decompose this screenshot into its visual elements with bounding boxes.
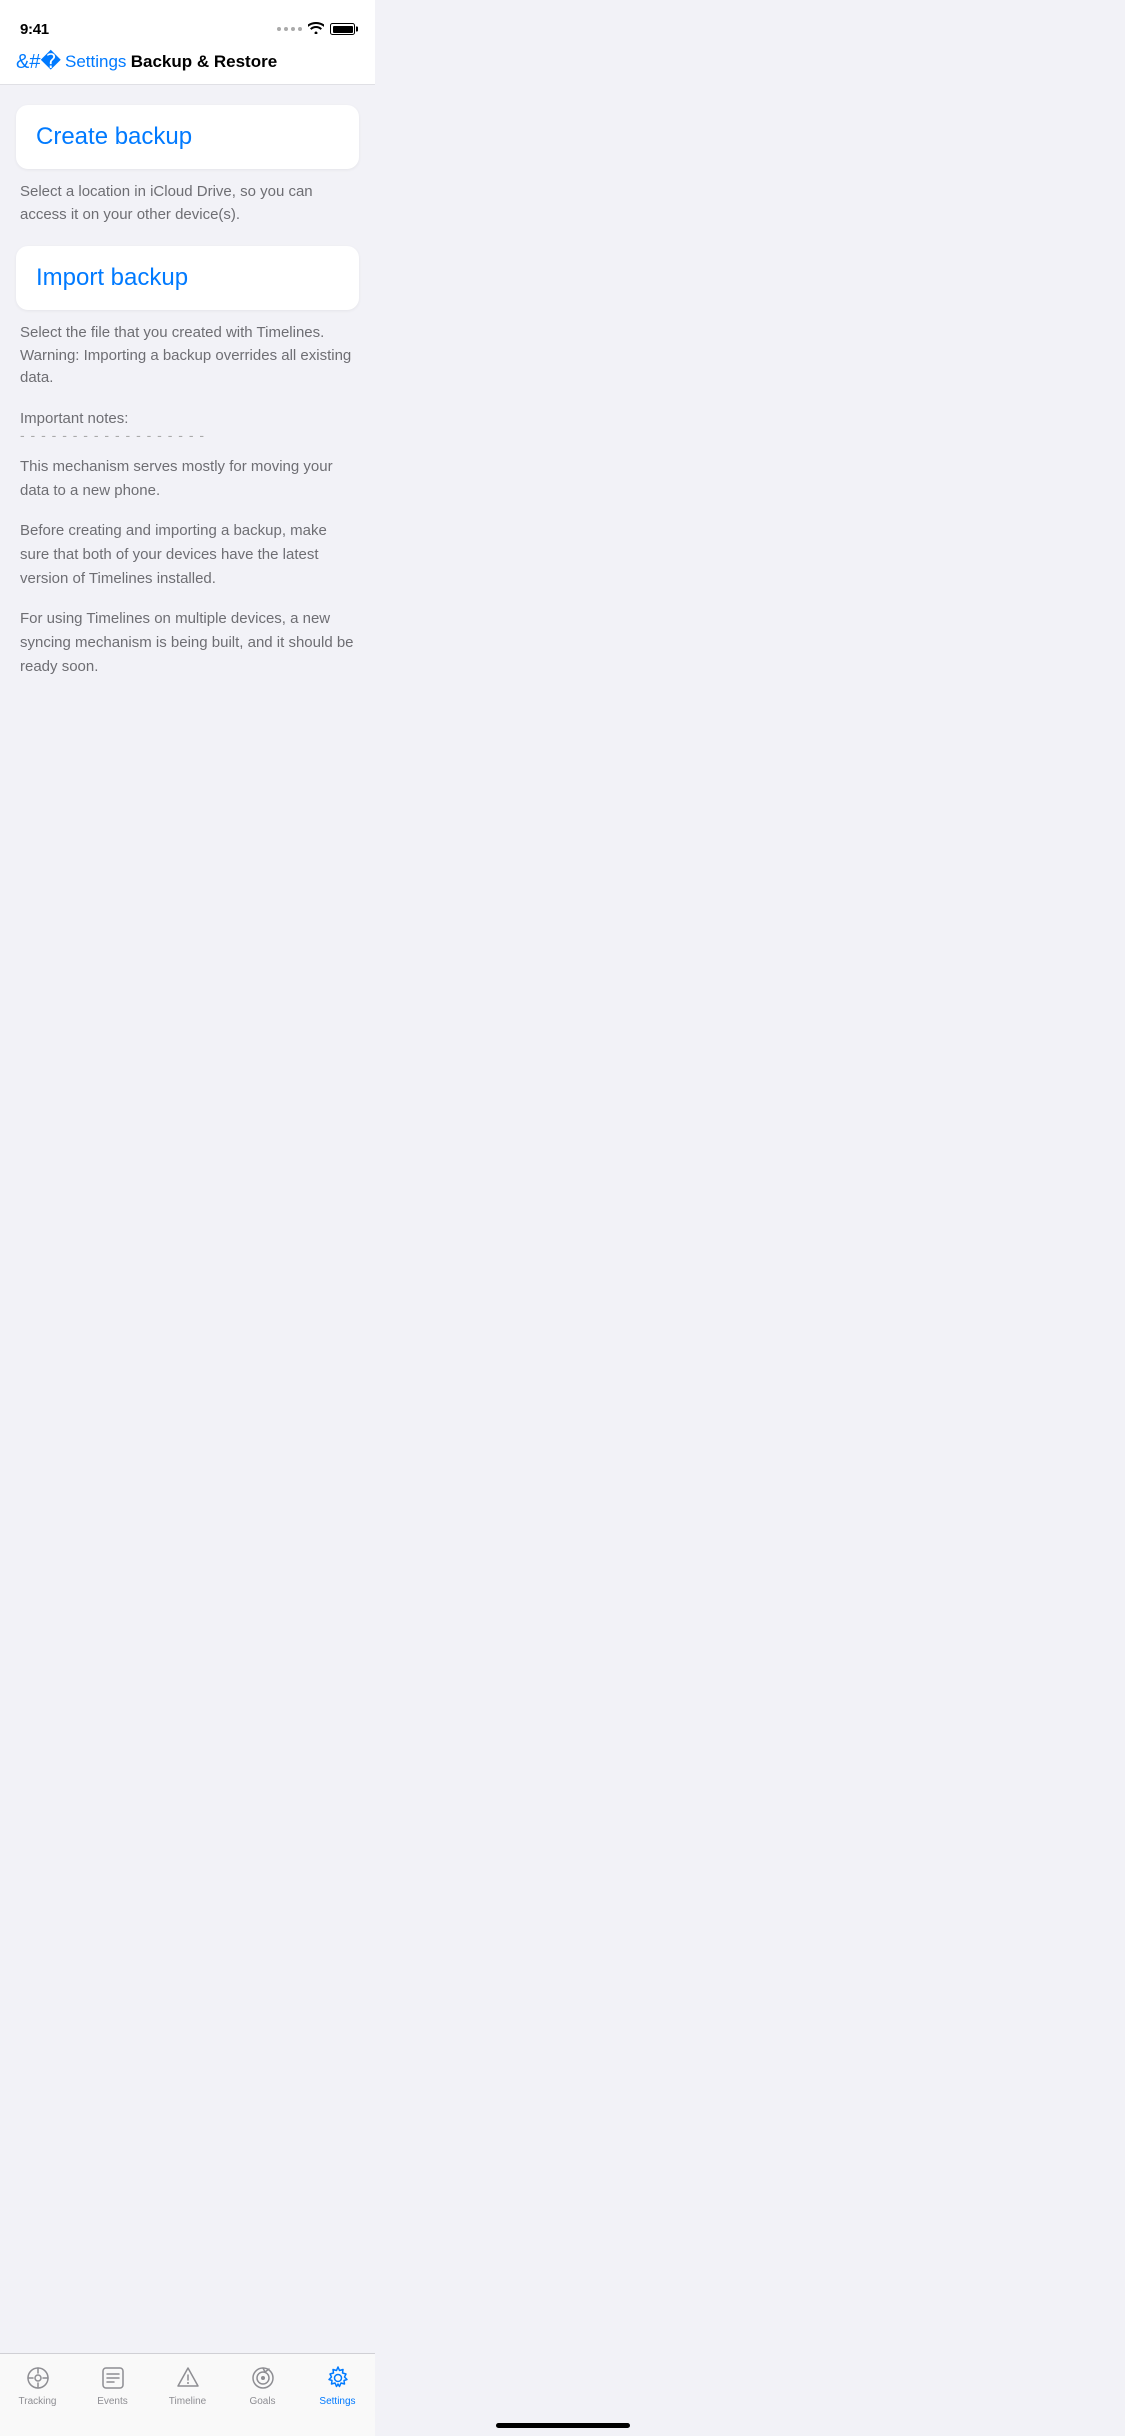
create-backup-description: Select a location in iCloud Drive, so yo… [16,181,359,226]
main-content: Create backup Select a location in iClou… [0,85,375,805]
import-backup-title: Import backup [36,264,188,291]
notes-label: Important notes: [20,410,355,427]
tab-timeline[interactable]: Timeline [150,2364,225,2407]
tracking-icon [24,2364,52,2392]
home-indicator [496,2423,630,2428]
tracking-tab-label: Tracking [19,2396,57,2407]
events-icon [99,2364,127,2392]
events-tab-label: Events [97,2396,128,2407]
signal-icon [277,27,302,31]
back-label: Settings [65,52,126,72]
note-3: For using Timelines on multiple devices,… [20,607,355,679]
battery-icon [330,23,355,35]
settings-tab-label: Settings [319,2396,355,2407]
tab-goals[interactable]: Goals [225,2364,300,2407]
tab-events[interactable]: Events [75,2364,150,2407]
content-area: Create backup Select a location in iClou… [0,85,375,715]
nav-bar: &#� Settings Backup & Restore [0,44,375,85]
status-time: 9:41 [20,21,49,38]
notes-section: Important notes: - - - - - - - - - - - -… [16,410,359,679]
status-icons [277,22,355,37]
timeline-tab-label: Timeline [169,2396,206,2407]
notes-divider: - - - - - - - - - - - - - - - - - - [20,427,355,443]
settings-icon [324,2364,352,2392]
nav-title: Backup & Restore [126,52,281,72]
wifi-icon [308,22,324,37]
note-1: This mechanism serves mostly for moving … [20,455,355,503]
tab-tracking[interactable]: Tracking [0,2364,75,2407]
status-bar: 9:41 [0,0,375,44]
back-button[interactable]: &#� Settings [16,52,126,72]
create-backup-title: Create backup [36,123,192,150]
note-2: Before creating and importing a backup, … [20,519,355,591]
goals-tab-label: Goals [249,2396,275,2407]
import-backup-description: Select the file that you created with Ti… [16,322,359,390]
tab-bar: Tracking Events Timeline [0,2353,375,2436]
back-chevron-icon: &#� [16,52,61,72]
import-backup-card[interactable]: Import backup [16,246,359,310]
create-backup-card[interactable]: Create backup [16,105,359,169]
timeline-icon [174,2364,202,2392]
tab-settings[interactable]: Settings [300,2364,375,2407]
goals-icon [249,2364,277,2392]
